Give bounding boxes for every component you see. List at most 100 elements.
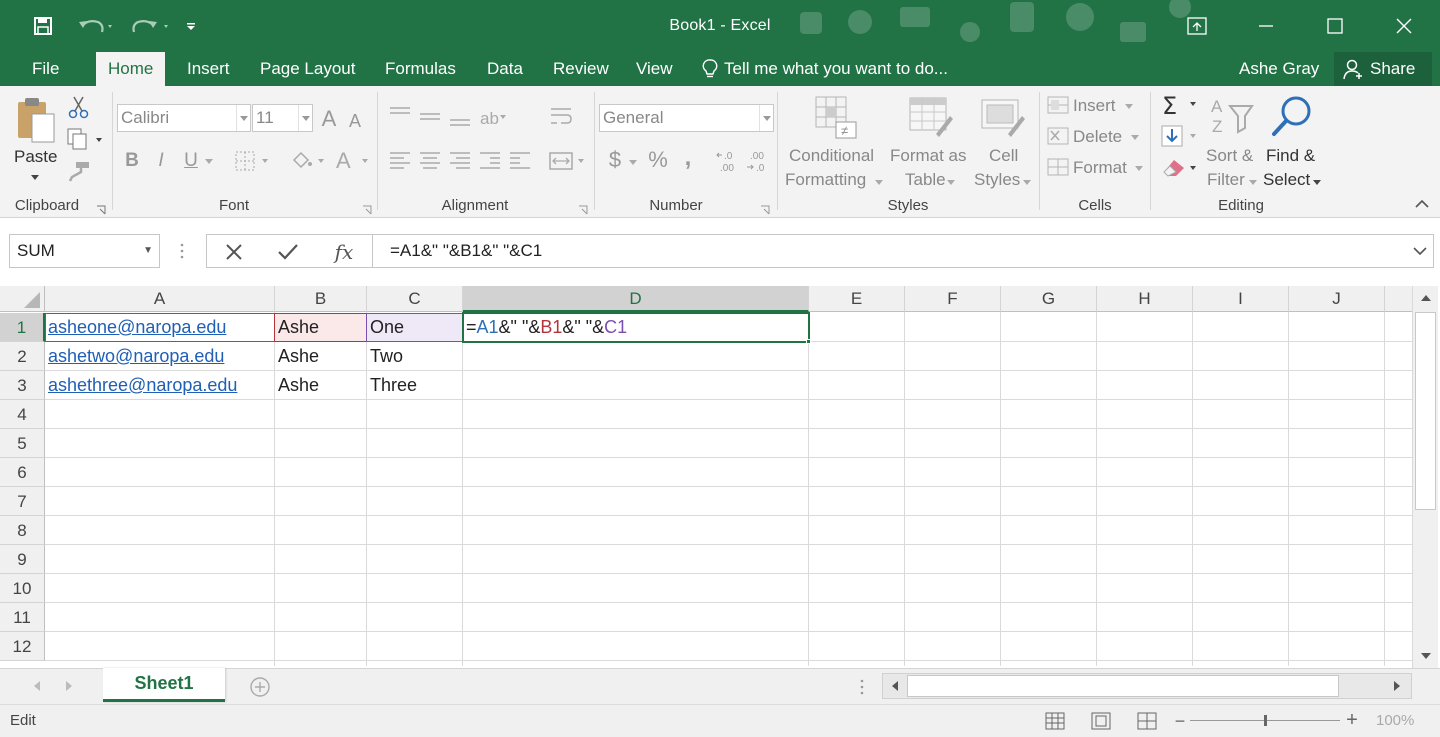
italic-button[interactable]: I [152, 148, 170, 174]
scroll-up-button[interactable] [1417, 290, 1435, 306]
cell-b2[interactable]: Ashe [275, 342, 319, 371]
tab-insert[interactable]: Insert [177, 52, 240, 86]
scroll-right-button[interactable] [1391, 680, 1403, 692]
insert-cells-button[interactable]: Insert [1073, 96, 1116, 116]
conditional-formatting-button[interactable]: ≠ [812, 94, 858, 140]
scroll-down-button[interactable] [1417, 648, 1435, 664]
collapse-ribbon-button[interactable] [1412, 196, 1432, 212]
column-header-k[interactable] [1385, 286, 1412, 312]
new-sheet-button[interactable] [248, 675, 272, 699]
user-name[interactable]: Ashe Gray [1239, 52, 1319, 86]
row-header-2[interactable]: 2 [0, 342, 45, 371]
column-header-b[interactable]: B [275, 286, 367, 312]
tab-split-grip-icon[interactable] [856, 679, 868, 695]
increase-decimal-button[interactable]: .0.00 [716, 148, 742, 174]
expand-formula-bar-button[interactable] [1410, 244, 1430, 258]
row-header-8[interactable]: 8 [0, 516, 45, 545]
format-cells-button[interactable]: Format [1073, 158, 1127, 178]
tell-me-box[interactable]: Tell me what you want to do... [702, 52, 948, 86]
paste-label[interactable]: Paste [14, 147, 57, 167]
page-layout-view-button[interactable] [1090, 711, 1112, 731]
fill-button[interactable] [1160, 124, 1202, 148]
cut-button[interactable] [66, 94, 92, 120]
clipboard-launcher-icon[interactable] [96, 202, 106, 215]
row-header-12[interactable]: 12 [0, 632, 45, 661]
row-header-9[interactable]: 9 [0, 545, 45, 574]
select-all-button[interactable] [0, 286, 45, 312]
format-as-table-dropdown-icon[interactable] [946, 178, 956, 186]
tab-view[interactable]: View [626, 52, 683, 86]
ribbon-display-options-button[interactable] [1174, 6, 1220, 46]
format-as-table-button[interactable] [906, 94, 954, 140]
share-button[interactable]: Share [1334, 52, 1432, 86]
horizontal-scroll-thumb[interactable] [907, 675, 1339, 697]
sort-filter-label-2[interactable]: Filter [1207, 170, 1245, 190]
find-select-label-1[interactable]: Find & [1266, 146, 1315, 166]
vertical-scroll-thumb[interactable] [1415, 312, 1436, 510]
cell-b3[interactable]: Ashe [275, 371, 319, 400]
tab-review[interactable]: Review [543, 52, 619, 86]
currency-dropdown-icon[interactable] [628, 158, 638, 166]
cell-styles-button[interactable] [978, 94, 1026, 140]
font-launcher-icon[interactable] [362, 202, 372, 215]
chevron-down-icon[interactable]: ▼ [143, 235, 153, 267]
format-as-table-label-2[interactable]: Table [905, 170, 946, 190]
shrink-font-button[interactable]: A [344, 110, 366, 132]
bold-button[interactable]: B [122, 148, 142, 174]
chevron-down-icon[interactable] [298, 105, 312, 131]
wrap-text-button[interactable] [548, 104, 576, 130]
maximize-button[interactable] [1312, 6, 1358, 46]
tab-page-layout[interactable]: Page Layout [250, 52, 365, 86]
delete-cells-button[interactable]: Delete [1073, 127, 1122, 147]
enter-entry-button[interactable] [275, 240, 301, 264]
delete-cells-dropdown-icon[interactable] [1130, 133, 1140, 141]
cell-c1[interactable]: One [367, 313, 404, 342]
autosum-button[interactable]: Σ [1160, 92, 1202, 118]
percent-button[interactable]: % [646, 146, 670, 174]
cell-c3[interactable]: Three [367, 371, 417, 400]
name-box[interactable]: SUM ▼ [9, 234, 160, 268]
borders-button[interactable] [234, 148, 274, 174]
row-header-5[interactable]: 5 [0, 429, 45, 458]
comma-style-button[interactable]: , [680, 144, 696, 172]
cell-a2[interactable]: ashetwo@naropa.edu [45, 342, 224, 371]
format-painter-button[interactable] [66, 158, 92, 184]
merge-center-button[interactable] [548, 148, 588, 174]
copy-button[interactable] [66, 126, 106, 152]
row-header-3[interactable]: 3 [0, 371, 45, 400]
paste-dropdown-icon[interactable] [28, 172, 42, 182]
insert-function-button[interactable]: fx [329, 238, 359, 266]
page-break-view-button[interactable] [1136, 711, 1158, 731]
cell-styles-label-2[interactable]: Styles [974, 170, 1020, 190]
format-as-table-label-1[interactable]: Format as [890, 146, 967, 166]
underline-button[interactable]: U [180, 148, 202, 174]
font-size-combo[interactable]: 11 [252, 104, 313, 132]
column-header-j[interactable]: J [1289, 286, 1385, 312]
sheet-tab-sheet1[interactable]: Sheet1 [103, 668, 225, 702]
previous-sheet-button[interactable] [30, 679, 44, 693]
format-cells-dropdown-icon[interactable] [1134, 164, 1144, 172]
row-header-10[interactable]: 10 [0, 574, 45, 603]
fill-color-button[interactable] [290, 148, 330, 174]
currency-button[interactable]: $ [604, 146, 626, 174]
cell-styles-label-1[interactable]: Cell [989, 146, 1018, 166]
zoom-slider-thumb[interactable] [1264, 715, 1267, 726]
font-name-combo[interactable]: Calibri [117, 104, 251, 132]
paste-button[interactable] [14, 96, 58, 144]
cell-b1[interactable]: Ashe [275, 313, 319, 342]
vertical-align-buttons[interactable]: ab [386, 104, 512, 130]
horizontal-align-buttons[interactable] [386, 148, 536, 174]
zoom-out-button[interactable]: − [1172, 711, 1188, 731]
column-header-e[interactable]: E [809, 286, 905, 312]
clear-button[interactable] [1160, 156, 1202, 180]
worksheet-grid[interactable]: A B C D E F G H I J 1 2 3 4 5 6 7 8 9 10… [0, 286, 1412, 666]
zoom-in-button[interactable]: + [1344, 709, 1360, 731]
conditional-formatting-label-1[interactable]: Conditional [789, 146, 874, 166]
vertical-scrollbar[interactable] [1412, 286, 1438, 668]
column-header-f[interactable]: F [905, 286, 1001, 312]
chevron-down-icon[interactable] [236, 105, 250, 131]
row-header-7[interactable]: 7 [0, 487, 45, 516]
insert-cells-dropdown-icon[interactable] [1124, 102, 1134, 110]
number-format-combo[interactable]: General [599, 104, 774, 132]
scroll-left-button[interactable] [889, 680, 901, 692]
